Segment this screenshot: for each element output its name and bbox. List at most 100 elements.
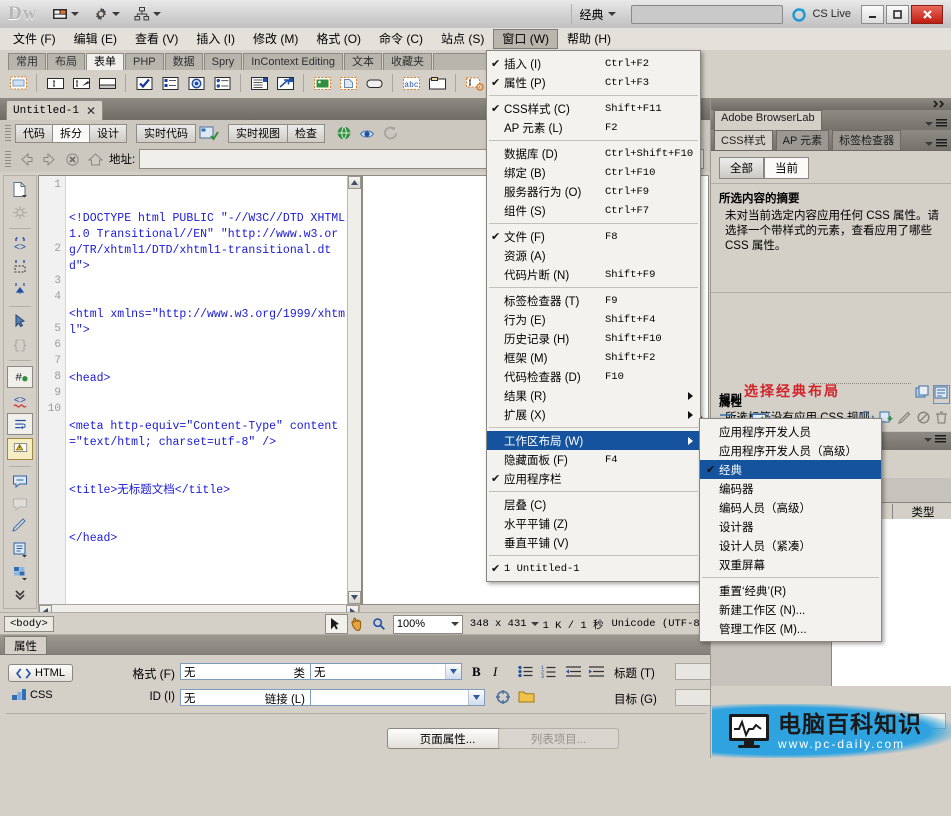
hidden-field-icon[interactable]	[69, 72, 93, 94]
button-icon[interactable]	[362, 72, 386, 94]
wrap-tag-icon[interactable]	[8, 517, 32, 537]
window-size-value[interactable]: 348 x 431	[466, 618, 531, 630]
panel-options-menu[interactable]	[925, 139, 951, 150]
submenu-item-manage-workspaces[interactable]: 管理工作区 (M)...	[700, 619, 881, 638]
menu-item-frames[interactable]: 框架 (M) Shift+F2	[487, 348, 700, 367]
code-vertical-scrollbar[interactable]	[347, 176, 361, 604]
file-field-icon[interactable]	[336, 72, 360, 94]
bold-button[interactable]: B	[472, 664, 481, 680]
move-css-rules-icon[interactable]	[8, 563, 32, 583]
scroll-down-button[interactable]	[348, 591, 361, 604]
menu-format[interactable]: 格式 (O)	[307, 29, 370, 49]
label-icon[interactable]: abc	[399, 72, 423, 94]
class-select[interactable]: 无	[310, 663, 462, 680]
zoom-level-select[interactable]: 100%	[392, 614, 463, 634]
menu-item-behaviors[interactable]: 行为 (E) Shift+F4	[487, 310, 700, 329]
menu-item-tile-horizontally[interactable]: 水平平铺 (Z)	[487, 514, 700, 533]
text-field-icon[interactable]	[43, 72, 67, 94]
search-box[interactable]	[631, 4, 786, 24]
show-category-icon[interactable]	[933, 385, 950, 404]
window-menu-dropdown[interactable]: ✔ 插入 (I) Ctrl+F2 ✔ 属性 (P) Ctrl+F3 ✔ CSS样…	[486, 50, 701, 582]
menu-item-server-behaviors[interactable]: 服务器行为 (O) Ctrl+F9	[487, 182, 700, 201]
page-properties-button[interactable]: 页面属性...	[387, 728, 508, 749]
insert-tab-php[interactable]: PHP	[125, 53, 164, 70]
zoom-tool-icon[interactable]	[369, 615, 390, 633]
code-view-button[interactable]: 代码	[15, 123, 52, 143]
panel-options-menu[interactable]	[925, 119, 951, 130]
insert-tab-data[interactable]: 数据	[164, 53, 203, 70]
menu-window[interactable]: 窗口 (W)	[493, 29, 559, 49]
stop-icon[interactable]	[61, 149, 83, 169]
submenu-item-designer[interactable]: 设计器	[700, 517, 881, 536]
radio-group-icon[interactable]	[210, 72, 234, 94]
italic-button[interactable]: I	[493, 664, 497, 680]
hand-tool-icon[interactable]	[348, 615, 369, 633]
menu-modify[interactable]: 修改 (M)	[244, 29, 307, 49]
submenu-item-coder[interactable]: 编码器	[700, 479, 881, 498]
insert-tab-incontext-editing[interactable]: InContext Editing	[243, 53, 344, 70]
submenu-item-reset-classic[interactable]: 重置‘经典’(R)	[700, 581, 881, 600]
fieldset-icon[interactable]	[425, 72, 449, 94]
menu-item-css-styles[interactable]: ✔ CSS样式 (C) Shift+F11	[487, 99, 700, 118]
forward-icon[interactable]	[38, 149, 60, 169]
layout-chooser-button[interactable]	[47, 4, 84, 24]
point-to-file-button[interactable]	[495, 689, 511, 708]
disable-property-icon[interactable]	[917, 411, 930, 427]
menu-help[interactable]: 帮助 (H)	[558, 29, 620, 49]
unordered-list-button[interactable]	[518, 665, 533, 681]
menu-item-databases[interactable]: 数据库 (D) Ctrl+Shift+F10	[487, 144, 700, 163]
collapse-selection-icon[interactable]: <>	[8, 234, 32, 254]
chevron-down-icon[interactable]	[530, 622, 539, 626]
menu-item-files[interactable]: ✔ 文件 (F) F8	[487, 227, 700, 246]
close-icon[interactable]: ✕	[86, 104, 96, 118]
menu-item-application-bar[interactable]: ✔ 应用程序栏	[487, 469, 700, 488]
insert-tab-forms[interactable]: 表单	[86, 53, 124, 70]
insert-tab-favorites[interactable]: 收藏夹	[383, 53, 433, 70]
browse-folder-button[interactable]	[518, 689, 535, 707]
submenu-item-new-workspace[interactable]: 新建工作区 (N)...	[700, 600, 881, 619]
show-cascade-icon[interactable]	[915, 385, 930, 404]
live-code-button[interactable]: 实时代码	[136, 123, 196, 143]
menu-item-document-untitled-1[interactable]: ✔ 1 Untitled-1	[487, 559, 700, 578]
visual-aids-icon[interactable]	[357, 123, 379, 143]
expand-all-icon[interactable]: *	[8, 280, 32, 300]
back-icon[interactable]	[15, 149, 37, 169]
split-view-button[interactable]: 拆分	[52, 123, 89, 143]
minimize-button[interactable]	[861, 4, 884, 24]
workspace-switcher[interactable]: 经典	[571, 4, 623, 24]
scroll-up-button[interactable]	[348, 176, 361, 189]
open-documents-icon[interactable]	[8, 180, 32, 200]
recent-snippets-icon[interactable]	[8, 540, 32, 560]
extend-settings-button[interactable]	[88, 4, 125, 24]
submenu-item-app-developer-advanced[interactable]: 应用程序开发人员（高级）	[700, 441, 881, 460]
tab-css-styles[interactable]: CSS样式	[714, 130, 773, 150]
menu-item-snippets[interactable]: 代码片断 (N) Shift+F9	[487, 265, 700, 284]
ordered-list-button[interactable]: 1 2 3	[541, 665, 556, 681]
inspect-settings-icon[interactable]	[198, 123, 220, 143]
syntax-error-alerts-icon[interactable]	[7, 438, 33, 460]
insert-tab-spry[interactable]: Spry	[203, 53, 243, 70]
tag-selector[interactable]: <body>	[4, 616, 54, 632]
line-numbers-icon[interactable]: #	[7, 365, 33, 388]
toolbar-grip[interactable]	[5, 125, 11, 141]
menu-item-components[interactable]: 组件 (S) Ctrl+F7	[487, 201, 700, 220]
property-panel-tab[interactable]: 属性	[4, 636, 47, 656]
more-tools-icon[interactable]	[8, 585, 32, 605]
radio-button-icon[interactable]	[184, 72, 208, 94]
collapse-panels-bar[interactable]	[711, 98, 951, 110]
menu-item-hide-panels[interactable]: 隐藏面板 (F) F4	[487, 450, 700, 469]
segment-all[interactable]: 全部	[719, 157, 764, 179]
code-view[interactable]: 1 2 3 4 5 6 7 8 9 10 <!DOCTYPE html PUBL…	[38, 175, 362, 605]
menu-file[interactable]: 文件 (F)	[4, 29, 65, 49]
workspace-layout-submenu[interactable]: 应用程序开发人员 应用程序开发人员（高级） ✔ 经典 编码器 编码人员（高级） …	[699, 418, 882, 642]
menu-item-ap-elements[interactable]: AP 元素 (L) F2	[487, 118, 700, 137]
menu-item-code-inspector[interactable]: 代码检查器 (D) F10	[487, 367, 700, 386]
search-input[interactable]	[639, 6, 786, 22]
insert-tab-layout[interactable]: 布局	[47, 53, 85, 70]
code-text[interactable]: <!DOCTYPE html PUBLIC "-//W3C//DTD XHTML…	[69, 179, 347, 604]
word-wrap-icon[interactable]	[7, 413, 33, 435]
menu-item-history[interactable]: 历史记录 (H) Shift+F10	[487, 329, 700, 348]
inspect-button[interactable]: 检查	[287, 123, 325, 143]
collapse-outside-selection-icon[interactable]	[8, 257, 32, 277]
spry-validation-text-field-icon[interactable]	[462, 72, 486, 94]
